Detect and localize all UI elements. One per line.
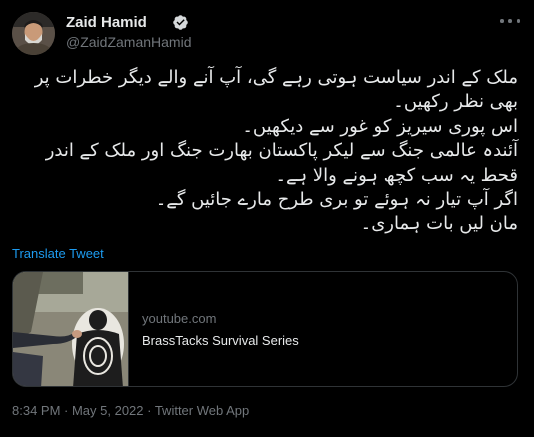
more-options-button[interactable] xyxy=(500,14,520,28)
verified-badge-icon xyxy=(173,15,188,30)
link-preview-card[interactable]: youtube.com BrassTacks Survival Series xyxy=(12,271,518,387)
author-avatar[interactable] xyxy=(12,12,55,55)
translate-tweet-link[interactable]: Translate Tweet xyxy=(12,246,104,261)
author-handle[interactable]: @ZaidZamanHamid xyxy=(66,34,191,50)
shooting-target-image xyxy=(13,272,128,386)
ellipsis-icon-dot xyxy=(516,19,520,23)
ellipsis-icon-dot xyxy=(508,19,512,23)
avatar-photo xyxy=(12,12,55,55)
tweet-timestamp[interactable]: 8:34 PM · May 5, 2022 · Twitter Web App xyxy=(12,403,249,418)
tweet-text: ملک کے اندر سیاست ہوتی رہے گی، آپ آنے وا… xyxy=(34,67,518,235)
card-title: BrassTacks Survival Series xyxy=(142,332,299,348)
author-name[interactable]: Zaid Hamid xyxy=(66,14,147,31)
card-thumbnail xyxy=(13,272,129,386)
card-domain: youtube.com xyxy=(142,310,217,326)
card-info: youtube.com BrassTacks Survival Series xyxy=(129,272,299,386)
ellipsis-icon-dot xyxy=(500,19,504,23)
